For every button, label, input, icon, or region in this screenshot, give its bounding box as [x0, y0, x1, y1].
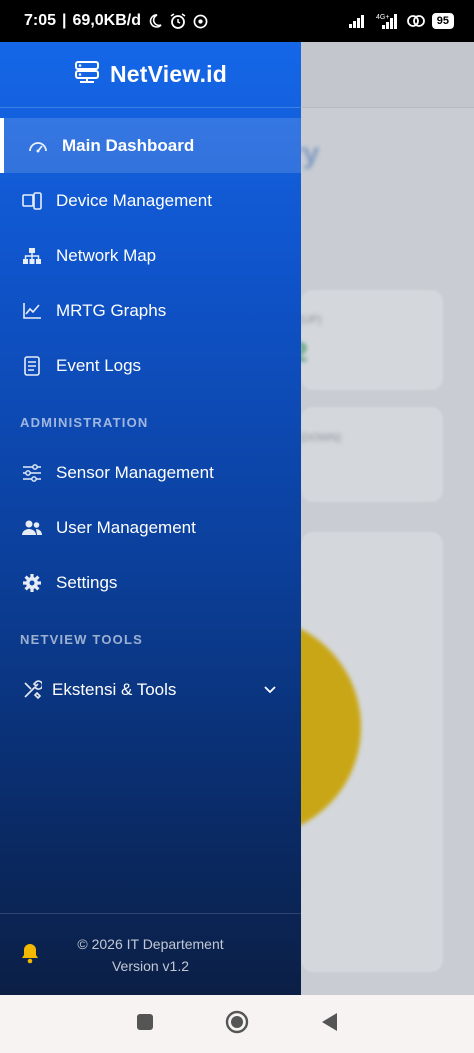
brand-header[interactable]: NetView.id [0, 42, 301, 108]
drawer-footer: © 2026 IT Departement Version v1.2 [0, 913, 301, 995]
section-administration: ADMINISTRATION [20, 415, 149, 430]
nav-label: Event Logs [56, 355, 142, 375]
footer-version: Version v1.2 [111, 957, 190, 974]
signal-4g-icon: 4G+ [376, 13, 400, 29]
nav-item-ekstensi-tools[interactable]: Ekstensi & Tools [0, 662, 301, 717]
chevron-down-icon[interactable] [263, 680, 277, 700]
nav-item-sensor-management[interactable]: Sensor Management [0, 445, 301, 500]
nav-label: MRTG Graphs [56, 300, 167, 320]
background-header [301, 42, 474, 108]
network-logo-icon [74, 61, 100, 88]
nav-item-mrtg-graphs[interactable]: MRTG Graphs [0, 283, 301, 338]
back-button[interactable] [319, 1011, 339, 1038]
nav-label: Ekstensi & Tools [52, 679, 177, 699]
users-icon [22, 518, 42, 538]
devices-icon [22, 191, 42, 211]
footer-copyright: © 2026 IT Departement [77, 935, 224, 952]
gear-icon [22, 573, 42, 593]
nav-item-settings[interactable]: Settings [0, 555, 301, 610]
status-time: 7:05 [24, 12, 57, 29]
background-up-count: 2 [301, 337, 307, 368]
sitemap-icon [22, 246, 42, 266]
background-title: ry [301, 137, 320, 170]
nav-item-device-management[interactable]: Device Management [0, 173, 301, 228]
alarm-icon [169, 12, 187, 30]
signal-icon [348, 14, 369, 28]
system-nav-bar [0, 995, 474, 1053]
moon-icon [147, 13, 163, 29]
nav-label: Device Management [56, 190, 212, 210]
nav-label: Sensor Management [56, 462, 214, 482]
status-speed: 69,0KB/d [72, 12, 141, 29]
status-bar: 7:05 | 69,0KB/d 4G+ 95 [0, 0, 474, 42]
chart-line-icon [22, 301, 42, 321]
log-icon [22, 355, 42, 376]
sliders-icon [22, 463, 42, 483]
tools-icon [22, 679, 42, 700]
section-netview-tools: NETVIEW TOOLS [20, 632, 143, 647]
chrome-icon [193, 14, 208, 29]
nav-label: Main Dashboard [62, 135, 195, 155]
dashboard-icon [28, 136, 48, 156]
nav-item-user-management[interactable]: User Management [0, 500, 301, 555]
brand-title: NetView.id [109, 61, 228, 87]
drawer-nav: Main Dashboard Device Management Network… [0, 118, 301, 717]
nav-label: Network Map [56, 245, 157, 265]
bell-icon[interactable] [20, 942, 40, 969]
battery-indicator: 95 [431, 13, 454, 29]
nav-item-main-dashboard[interactable]: Main Dashboard [0, 118, 301, 173]
nav-item-network-map[interactable]: Network Map [0, 228, 301, 283]
background-card [301, 290, 443, 390]
hotspot-icon [406, 14, 425, 28]
background-card [301, 407, 443, 502]
nav-item-event-logs[interactable]: Event Logs [0, 338, 301, 393]
background-dashboard: ry 2 (UP) (DOWN) [301, 42, 474, 995]
nav-label: Settings [56, 572, 118, 592]
nav-label: User Management [56, 517, 196, 537]
home-button[interactable] [224, 1009, 250, 1040]
footer-text: © 2026 IT Departement Version v1.2 [0, 933, 301, 977]
svg-text:4G+: 4G+ [376, 14, 389, 21]
navigation-drawer: NetView.id Main Dashboard Device Managem… [0, 42, 301, 995]
recents-button[interactable] [135, 1012, 155, 1037]
